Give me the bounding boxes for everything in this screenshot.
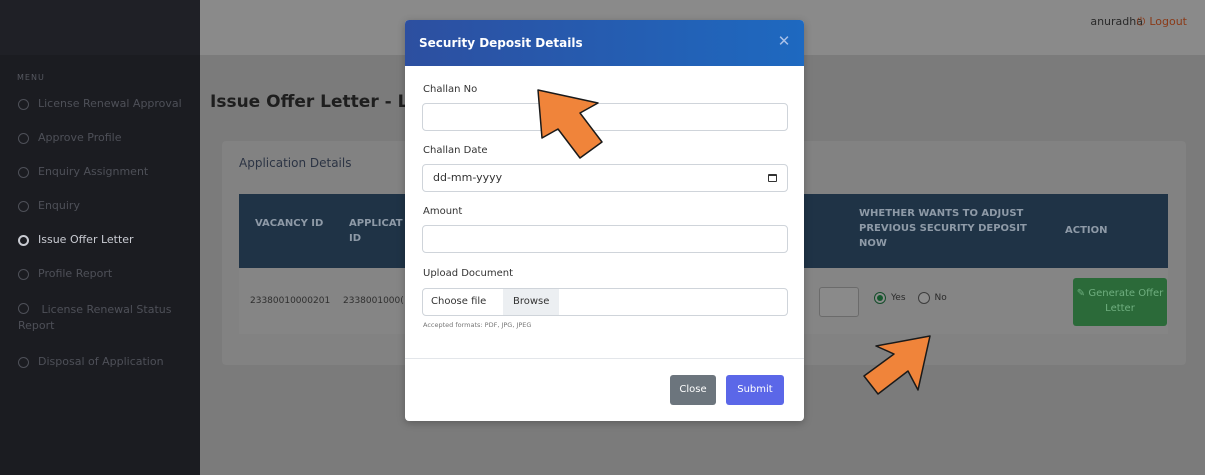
sidebar-item-label: Disposal of Application	[38, 355, 164, 368]
sidebar-item-label: Profile Report	[38, 267, 113, 280]
sidebar-item-label: Issue Offer Letter	[38, 233, 134, 246]
calendar-icon[interactable]	[768, 174, 777, 182]
column-header-action: ACTION	[1065, 225, 1108, 236]
circle-icon	[18, 235, 29, 246]
challan-no-label: Challan No	[423, 84, 478, 95]
circle-icon	[18, 133, 29, 144]
edit-icon: ✎	[1076, 288, 1086, 299]
sidebar-item-issue-offer-letter[interactable]: Issue Offer Letter	[0, 232, 200, 266]
circle-icon	[18, 303, 29, 314]
circle-icon	[18, 167, 29, 178]
circle-icon	[18, 99, 29, 110]
radio-yes-label: Yes	[891, 293, 906, 303]
radio-no[interactable]	[917, 292, 930, 304]
modal-header: Security Deposit Details ✕	[405, 20, 804, 66]
browse-button[interactable]: Browse	[503, 289, 560, 315]
sidebar-item-license-renewal-status-report[interactable]: License Renewal Status Report	[0, 300, 200, 354]
sidebar-item-label: License Renewal Approval	[38, 97, 182, 110]
column-header-application-id: APPLICAT ID	[349, 218, 403, 244]
choose-file-label: Choose file	[431, 296, 487, 307]
adjust-deposit-radio-group: Yes No	[874, 292, 947, 304]
sidebar-item-label: Enquiry	[38, 199, 80, 212]
amount-label: Amount	[423, 206, 463, 217]
circle-icon	[18, 357, 29, 368]
circle-icon	[18, 269, 29, 280]
challan-date-input[interactable]: dd-mm-yyyy	[422, 164, 788, 192]
page-title: Issue Offer Letter - Li	[210, 92, 415, 112]
logout-link[interactable]: ⏻ Logout	[1137, 15, 1187, 29]
radio-no-label: No	[934, 293, 947, 303]
modal-footer-divider	[405, 358, 804, 359]
logout-label: Logout	[1149, 15, 1187, 28]
challan-no-input[interactable]	[422, 103, 788, 131]
circle-icon	[18, 201, 29, 212]
username: anuradha	[1090, 15, 1143, 28]
security-deposit-modal: Security Deposit Details ✕ Challan No Ch…	[405, 20, 804, 421]
sidebar-item-enquiry-assignment[interactable]: Enquiry Assignment	[0, 164, 200, 198]
annotation-arrow-icon	[537, 89, 603, 159]
radio-yes[interactable]	[874, 292, 886, 304]
sidebar-nav: License Renewal Approval Approve Profile…	[0, 96, 200, 388]
cell-application-id: 2338001000(	[343, 296, 404, 306]
card-title: Application Details	[239, 156, 352, 170]
upload-document-label: Upload Document	[423, 268, 514, 279]
sidebar: MENU License Renewal Approval Approve Pr…	[0, 0, 200, 475]
brand-area	[0, 0, 200, 55]
sidebar-item-license-renewal-approval[interactable]: License Renewal Approval	[0, 96, 200, 130]
sidebar-item-label: Enquiry Assignment	[38, 165, 149, 178]
modal-title: Security Deposit Details	[419, 36, 583, 50]
sidebar-item-enquiry[interactable]: Enquiry	[0, 198, 200, 232]
menu-label: MENU	[17, 73, 45, 82]
sidebar-item-label: Approve Profile	[38, 131, 122, 144]
accepted-formats-hint: Accepted formats: PDF, JPG, JPEG	[423, 321, 532, 329]
close-button[interactable]: Close	[670, 375, 716, 405]
generate-offer-letter-label: Generate Offer Letter	[1088, 288, 1164, 314]
sidebar-item-label: License Renewal Status	[41, 303, 172, 316]
cell-vacancy-id: 23380010000201	[250, 296, 331, 306]
power-icon: ⏻	[1136, 15, 1146, 28]
challan-date-value: dd-mm-yyyy	[433, 171, 503, 184]
sidebar-item-profile-report[interactable]: Profile Report	[0, 266, 200, 300]
upload-document-input[interactable]: Choose file Browse	[422, 288, 788, 316]
sidebar-item-approve-profile[interactable]: Approve Profile	[0, 130, 200, 164]
submit-button[interactable]: Submit	[726, 375, 784, 405]
amount-input[interactable]	[422, 225, 788, 253]
row-input-field[interactable]	[819, 287, 859, 317]
annotation-arrow-icon	[863, 335, 931, 395]
challan-date-label: Challan Date	[423, 145, 488, 156]
sidebar-item-label-line2: Report	[18, 319, 55, 332]
close-icon[interactable]: ✕	[776, 33, 792, 49]
column-header-vacancy-id: VACANCY ID	[255, 218, 324, 229]
sidebar-item-disposal-of-application[interactable]: Disposal of Application	[0, 354, 200, 388]
generate-offer-letter-button[interactable]: ✎ Generate Offer Letter	[1073, 278, 1167, 326]
column-header-adjust-deposit: WHETHER WANTS TO ADJUST PREVIOUS SECURIT…	[859, 208, 1027, 249]
